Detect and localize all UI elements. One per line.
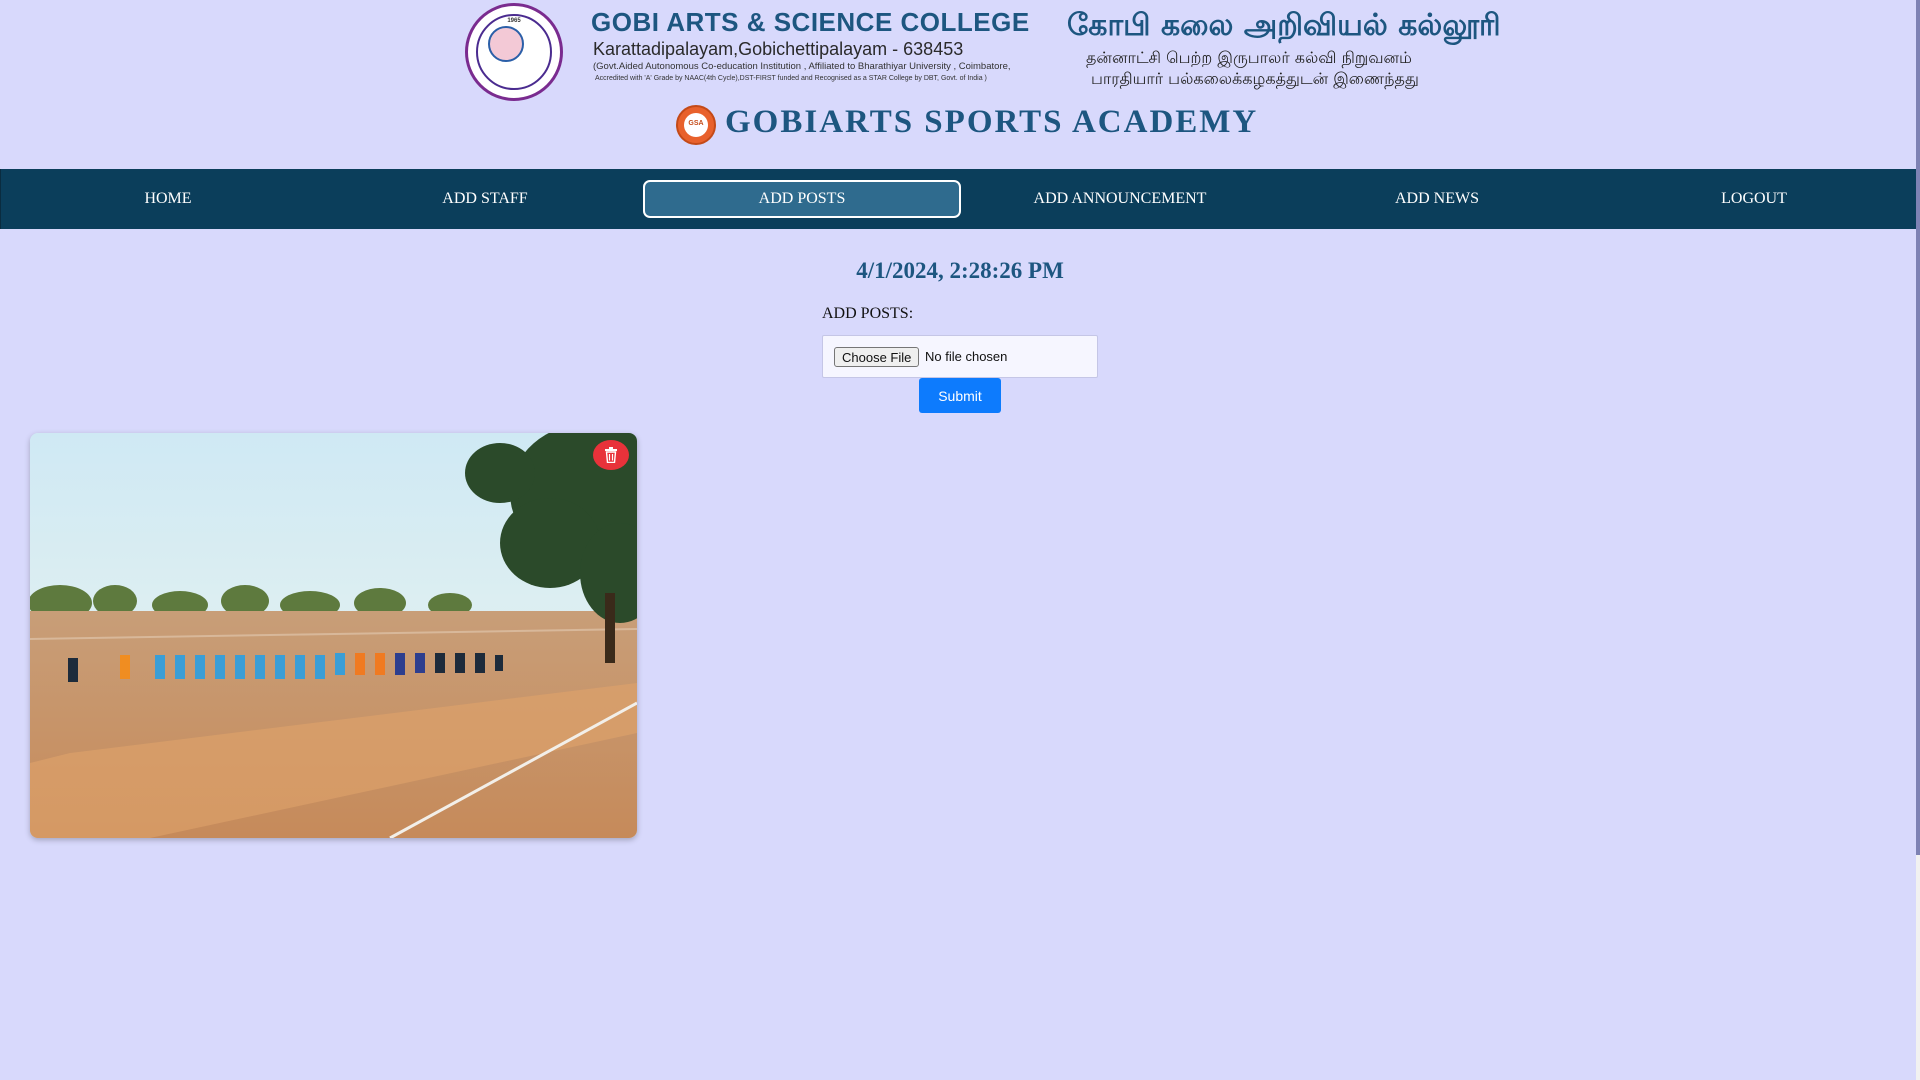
submit-button[interactable]: Submit [919,378,1001,413]
page-scrollbar[interactable] [1916,0,1920,1080]
nav-add-staff[interactable]: ADD STAFF [326,180,644,218]
seal-year: 1965 [507,18,521,24]
college-address: Karattadipalayam,Gobichettipalayam - 638… [593,39,964,59]
college-seal-logo: 1965 [465,3,563,101]
trash-icon [605,447,617,463]
delete-post-button[interactable] [593,440,629,470]
academy-logo-text: GSA [688,120,704,127]
nav-logout[interactable]: LOGOUT [1595,180,1913,218]
scrollbar-thumb[interactable] [1916,0,1920,855]
file-status-text: No file chosen [925,349,1008,364]
academy-name: GOBIARTS SPORTS ACADEMY [725,104,1259,140]
college-tagline-tamil-2: பாரதியார் பல்கலைக்கழகத்துடன் இணைந்தது [1091,69,1419,88]
post-card [30,433,637,838]
header-banner: 1965 GOBI ARTS & SCIENCE COLLEGE Karatta… [0,0,1920,168]
college-tagline-tamil-1: தன்னாட்சி பெற்ற இருபாலர் கல்வி நிறுவனம் [1086,48,1412,67]
add-posts-label: ADD POSTS: [822,305,914,322]
college-affiliation: (Govt.Aided Autonomous Co-education Inst… [593,61,1011,72]
main-nav: HOME ADD STAFF ADD POSTS ADD ANNOUNCEMEN… [0,169,1916,229]
nav-add-news[interactable]: ADD NEWS [1278,180,1596,218]
file-input[interactable]: Choose File No file chosen [822,335,1098,378]
choose-file-button[interactable]: Choose File [834,347,920,367]
college-name: GOBI ARTS & SCIENCE COLLEGE [591,7,1030,37]
nav-home[interactable]: HOME [9,180,327,218]
college-name-tamil: கோபி கலை அறிவியல் கல்லூரி [1067,8,1501,43]
academy-logo: GSA [676,105,716,145]
nav-add-posts[interactable]: ADD POSTS [643,180,961,218]
nav-add-announcement[interactable]: ADD ANNOUNCEMENT [961,180,1279,218]
post-image [30,433,637,838]
current-datetime: 4/1/2024, 2:28:26 PM [856,258,1064,283]
college-accreditation: Accredited with 'A' Grade by NAAC(4th Cy… [595,75,987,82]
